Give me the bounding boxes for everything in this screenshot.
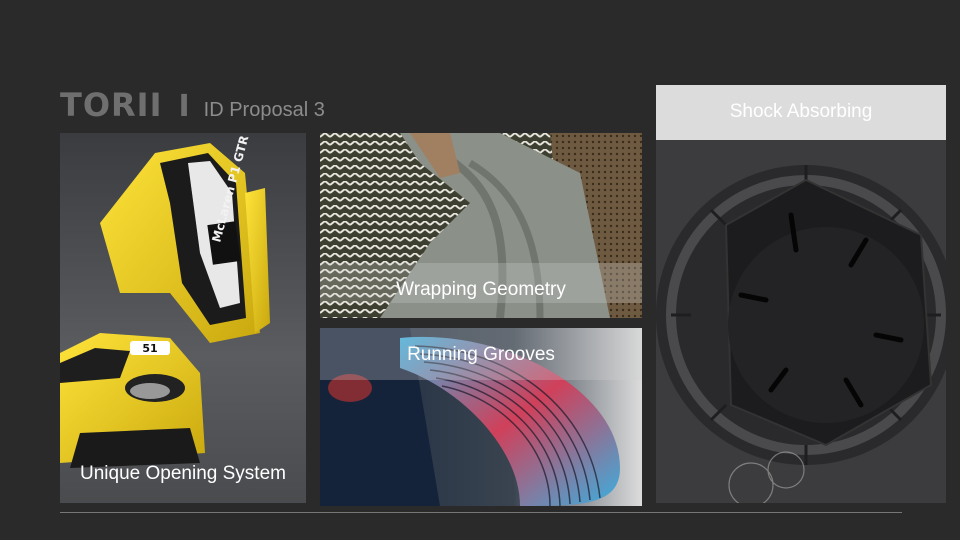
footer-divider (60, 512, 902, 513)
sports-car-image: 51 McLaren P1 GTR (60, 133, 306, 503)
proposal-subtitle: ID Proposal 3 (203, 99, 325, 121)
caption-unique-opening-system: Unique Opening System (80, 463, 286, 484)
slide: TORII I ID Proposal 3 51 McLaren P1 GTR … (0, 0, 960, 540)
slide-title: TORII I ID Proposal 3 (60, 86, 325, 124)
car-badge-number: 51 (142, 342, 157, 355)
caption-running-grooves: Running Grooves (407, 344, 555, 365)
car-image-panel: 51 McLaren P1 GTR Unique Opening System (60, 133, 306, 503)
brand-title: TORII (60, 86, 163, 124)
title-separator: I (178, 89, 190, 124)
running-grooves-panel: Running Grooves (320, 328, 642, 506)
caption-wrapping-geometry: Wrapping Geometry (396, 279, 566, 300)
wrapping-geometry-panel: Wrapping Geometry (320, 133, 642, 318)
shock-absorbing-panel: Shock Absorbing (656, 85, 946, 503)
caption-shock-absorbing: Shock Absorbing (729, 101, 873, 122)
airless-wheel-image (656, 85, 946, 503)
